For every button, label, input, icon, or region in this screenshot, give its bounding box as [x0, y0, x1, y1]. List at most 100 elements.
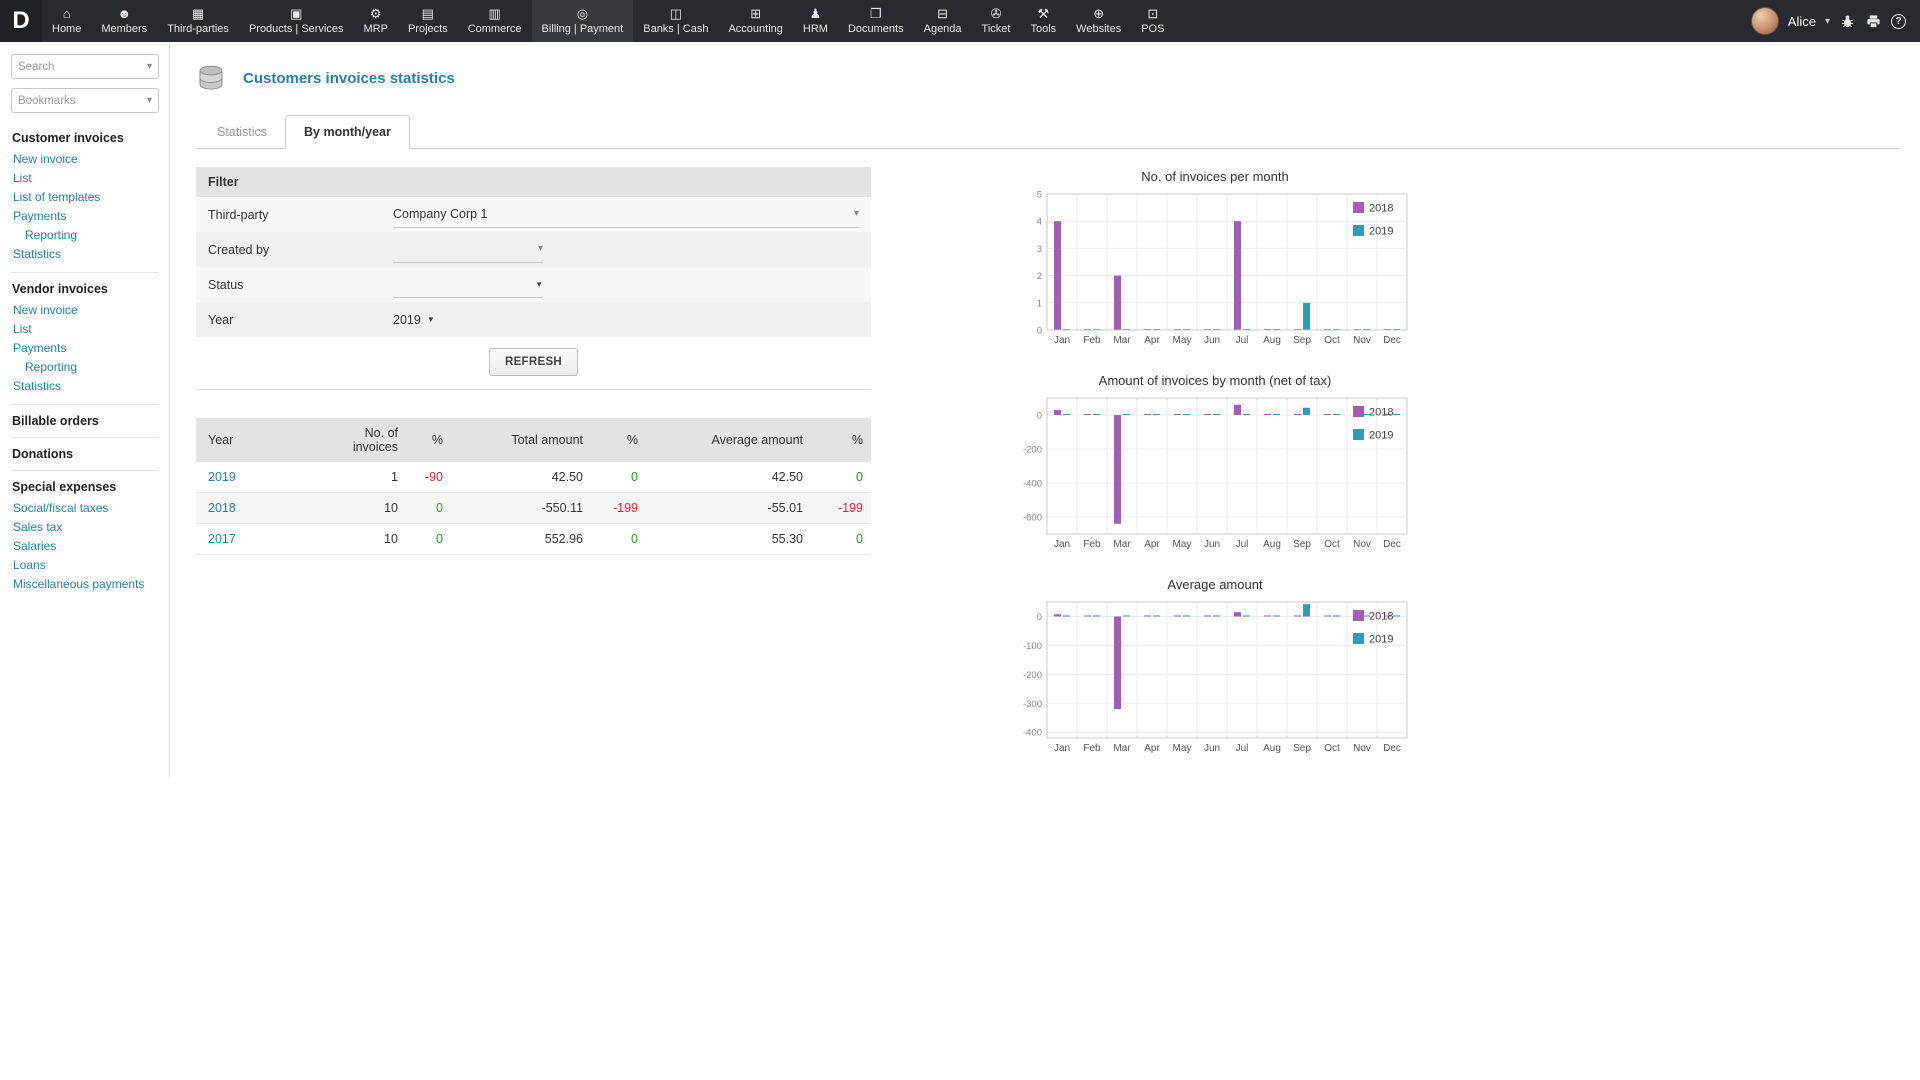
svg-text:0: 0: [1037, 411, 1042, 422]
results-row-2018: 2018 10 0 -550.11 -199 -55.01 -199: [196, 492, 871, 524]
top-menu-members[interactable]: ☻ Members: [91, 0, 157, 42]
bookmarks-box[interactable]: ▾: [11, 88, 159, 113]
top-menu-tools[interactable]: ⚒ Tools: [1020, 0, 1066, 42]
svg-text:0: 0: [1037, 612, 1042, 623]
sidebar-item-new-invoice[interactable]: New invoice: [12, 149, 159, 168]
user-avatar[interactable]: [1750, 7, 1779, 35]
top-menu-commerce[interactable]: ▥ Commerce: [458, 0, 532, 42]
results-row-2017: 2017 10 0 552.96 0 55.30 0: [196, 523, 871, 555]
top-menu-pos[interactable]: ⊡ POS: [1131, 0, 1174, 42]
top-menu-billing-payment[interactable]: ◎ Billing | Payment: [531, 0, 634, 42]
search-input[interactable]: [18, 60, 147, 73]
svg-text:May: May: [1173, 539, 1192, 550]
year-link[interactable]: 2018: [196, 492, 310, 524]
top-menu-accounting[interactable]: ⊞ Accounting: [718, 0, 792, 42]
top-menu-label: POS: [1141, 23, 1165, 35]
sidebar-item-reporting[interactable]: Reporting: [12, 225, 159, 244]
bug-report-icon[interactable]: [1839, 13, 1856, 30]
print-icon[interactable]: [1865, 13, 1882, 30]
sidebar-item-statistics[interactable]: Statistics: [12, 376, 159, 395]
sidebar-section-title: Billable orders: [12, 414, 99, 428]
results-header-4: %: [591, 418, 646, 462]
results-header-2: %: [406, 418, 451, 462]
top-menu-label: Accounting: [728, 23, 783, 35]
websites-icon: ⊕: [1093, 6, 1105, 21]
top-menu-websites[interactable]: ⊕ Websites: [1066, 0, 1131, 42]
sidebar-item-sales-tax[interactable]: Sales tax: [12, 517, 159, 536]
filter-row-year: Year 2019 ▼: [196, 302, 871, 337]
chevron-down-icon[interactable]: ▾: [1825, 16, 1830, 27]
top-menu-label: Ticket: [981, 23, 1011, 35]
refresh-button[interactable]: REFRESH: [488, 348, 579, 376]
sidebar-section-title: Donations: [12, 447, 74, 461]
created-by-select[interactable]: ▾: [393, 237, 543, 263]
top-menu-documents[interactable]: ❐ Documents: [838, 0, 914, 42]
help-icon[interactable]: ?: [1891, 13, 1906, 29]
svg-text:-300: -300: [1023, 699, 1042, 710]
svg-text:-400: -400: [1023, 728, 1042, 739]
svg-text:-400: -400: [1023, 479, 1042, 490]
svg-text:2019: 2019: [1369, 226, 1393, 238]
top-nav: ⌂ Home ☻ Members ▦ Third-parties ▣ Products | S…: [42, 0, 1174, 42]
top-menu-banks-cash[interactable]: ◫ Banks | Cash: [633, 0, 718, 42]
sidebar-item-new-invoice[interactable]: New invoice: [12, 300, 159, 319]
sidebar-item-list[interactable]: List: [12, 168, 159, 187]
home-icon: ⌂: [62, 6, 71, 21]
results-cell: 55.30: [646, 523, 811, 555]
sidebar-item-payments[interactable]: Payments: [12, 338, 159, 357]
user-name[interactable]: Alice: [1788, 14, 1816, 29]
svg-text:Dec: Dec: [1383, 743, 1401, 754]
top-menu-label: Documents: [847, 23, 904, 35]
svg-text:Mar: Mar: [1113, 539, 1131, 550]
bookmarks-input[interactable]: [18, 94, 147, 107]
svg-text:Dec: Dec: [1383, 335, 1401, 346]
tab-statistics[interactable]: Statistics: [199, 116, 285, 148]
agenda-icon: ⊟: [937, 6, 949, 21]
sidebar-item-salaries[interactable]: Salaries: [12, 536, 159, 555]
refresh-row: REFRESH: [196, 337, 871, 390]
sidebar-section-special-expenses: Special expenses Social/fiscal taxes Sales…: [11, 470, 159, 602]
year-link[interactable]: 2019: [196, 462, 310, 493]
svg-text:Jan: Jan: [1054, 539, 1070, 550]
year-value: 2019: [393, 312, 421, 327]
year-select[interactable]: 2019 ▼: [393, 313, 435, 327]
filter-title: Filter: [196, 167, 871, 197]
year-link[interactable]: 2017: [196, 523, 310, 555]
sidebar-item-list[interactable]: List: [12, 319, 159, 338]
sidebar-item-statistics[interactable]: Statistics: [12, 244, 159, 263]
select-arrow-icon: ▼: [535, 279, 543, 289]
results-body: 2019 1 -90 42.50 0 42.50 0 2018 10 0 -550.11 -199 -5…: [196, 462, 871, 555]
svg-text:Sep: Sep: [1293, 539, 1311, 550]
top-menu-hrm[interactable]: ♟ HRM: [793, 0, 838, 42]
billing-icon: ◎: [576, 6, 589, 21]
sidebar-item-payments[interactable]: Payments: [12, 206, 159, 225]
chart-title: Average amount: [1167, 577, 1263, 592]
dolibarr-logo[interactable]: D: [0, 0, 42, 42]
svg-text:1: 1: [1037, 298, 1042, 309]
top-menu-home[interactable]: ⌂ Home: [42, 0, 91, 42]
svg-text:Oct: Oct: [1324, 335, 1340, 346]
third-party-label: Third-party: [208, 207, 269, 222]
top-menu-label: Third-parties: [167, 23, 229, 35]
sidebar-item-social-fiscal-taxes[interactable]: Social/fiscal taxes: [12, 498, 159, 517]
ticket-icon: ✇: [990, 6, 1002, 21]
top-menu-label: Agenda: [923, 23, 962, 35]
status-select[interactable]: ▼: [393, 272, 543, 298]
top-menu-agenda[interactable]: ⊟ Agenda: [914, 0, 972, 42]
top-menu-projects[interactable]: ▤ Projects: [398, 0, 458, 42]
page-header: Customers invoices statistics: [196, 42, 1900, 100]
results-header-6: %: [811, 418, 871, 462]
top-menu-ticket[interactable]: ✇ Ticket: [972, 0, 1021, 42]
search-box[interactable]: ▾: [11, 54, 159, 79]
top-menu-third-parties[interactable]: ▦ Third-parties: [157, 0, 239, 42]
top-menu-mrp[interactable]: ⚙ MRP: [354, 0, 398, 42]
sidebar-item-reporting[interactable]: Reporting: [12, 357, 159, 376]
sidebar-item-miscellaneous-payments[interactable]: Miscellaneous payments: [12, 574, 159, 593]
top-menu-products-services[interactable]: ▣ Products | Services: [239, 0, 354, 42]
tab-by-month-year[interactable]: By month/year: [285, 115, 410, 149]
sidebar-item-list-of-templates[interactable]: List of templates: [12, 187, 159, 206]
sidebar-item-loans[interactable]: Loans: [12, 555, 159, 574]
third-party-select[interactable]: Company Corp 1 ▾: [393, 202, 859, 228]
svg-text:Sep: Sep: [1293, 335, 1311, 346]
main-content: Customers invoices statistics Statistics…: [170, 42, 1920, 781]
